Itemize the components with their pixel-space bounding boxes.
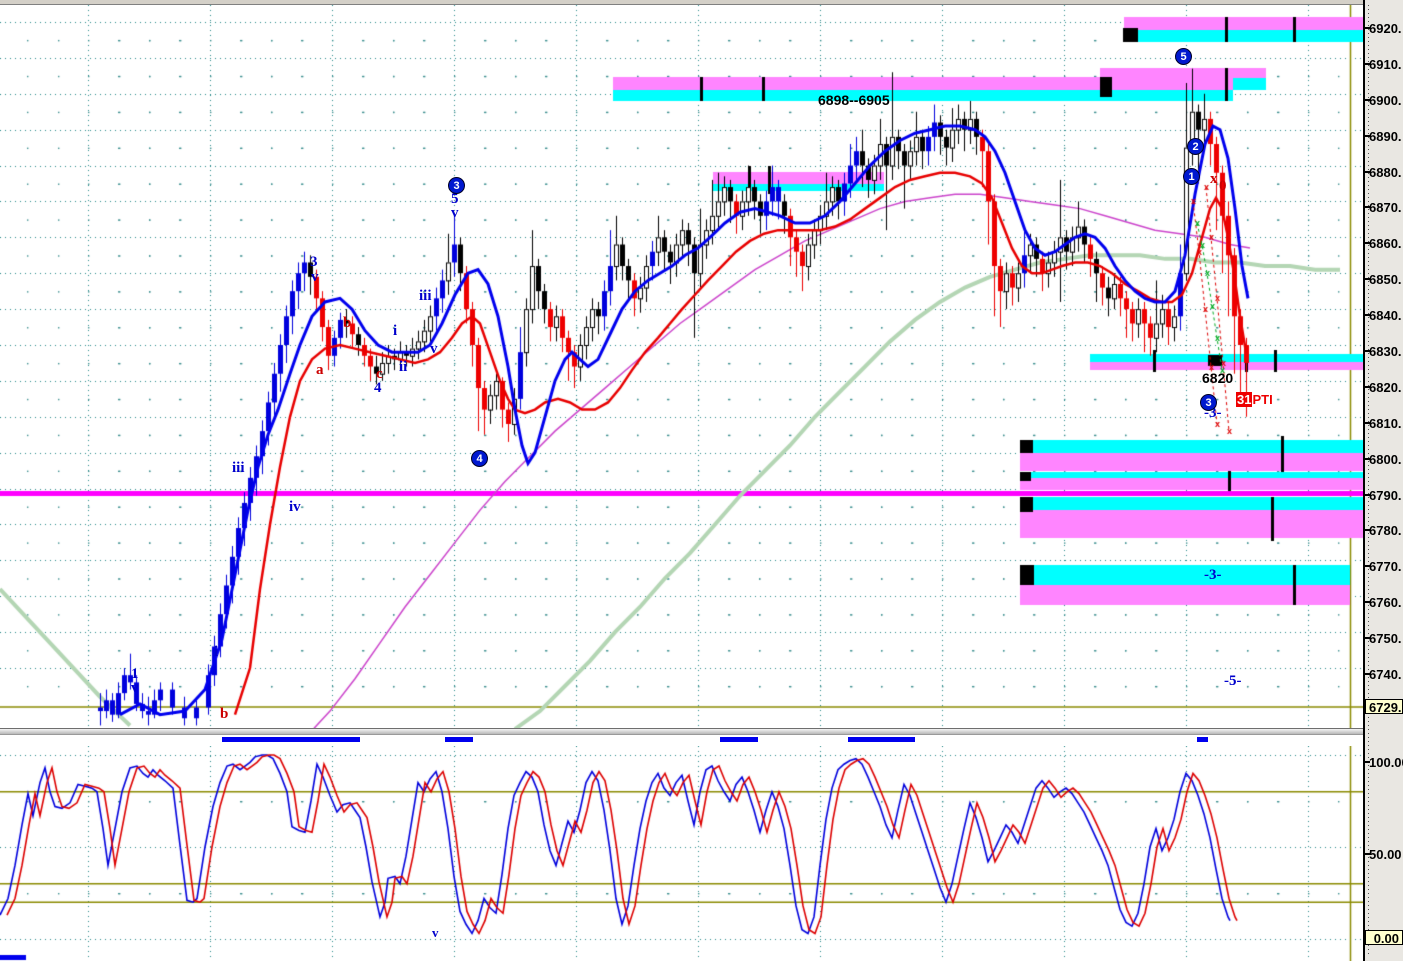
price-axis-label: 6910.	[1369, 56, 1402, 72]
price-axis-label: 6770.	[1369, 559, 1402, 575]
wave-label-x: x	[1210, 171, 1218, 187]
circled-wave-1: 1	[1183, 168, 1200, 185]
trend-ribbon-bar	[720, 737, 758, 742]
price-axis-label: 6850.	[1369, 272, 1402, 288]
price-axis-label: 6870.	[1369, 200, 1402, 216]
chart-application-window: 1 v i b iii iv 3 v a b i ii c 4 iii v 5 v x 0 -3- -3- -5- 3 4 5 2 1…	[0, 0, 1403, 961]
price-axis-label: 6810.	[1369, 415, 1402, 431]
trend-ribbon-bar	[222, 737, 360, 742]
price-axis-label: 6740.	[1369, 667, 1402, 683]
wave-label-b: b	[220, 706, 229, 722]
price-axis-label: 6830.	[1369, 344, 1402, 359]
wave-label-i: i	[393, 323, 398, 339]
wave-label-b: b	[343, 315, 352, 331]
wave-label-4: 4	[374, 380, 382, 396]
circled-wave-4: 4	[471, 450, 488, 467]
wave-label-v: v	[311, 269, 319, 285]
wave-label-a: a	[316, 362, 324, 378]
circled-wave-3: 3	[1200, 394, 1217, 411]
wave-label-3: 3	[310, 254, 318, 270]
trend-ribbon-bar	[848, 737, 915, 742]
price-axis-label: 6780.	[1369, 523, 1402, 539]
circled-wave-3: 3	[448, 177, 465, 194]
oscillator-buy-marker: v	[432, 925, 439, 940]
support-price-label: 6820	[1202, 370, 1234, 386]
oscillator-canvas[interactable]	[0, 746, 1363, 961]
price-axis-label: 6790.	[1369, 487, 1402, 503]
trend-ribbon-bar	[445, 737, 473, 742]
wave-label-5: -5-	[1224, 673, 1242, 689]
wave-label-3: -3-	[1204, 567, 1222, 583]
oscillator-value-box: 0.00	[1365, 930, 1403, 946]
price-axis-label: 6860.	[1369, 236, 1402, 252]
pti-label: PTI	[1252, 392, 1273, 407]
price-axis[interactable]: 6920. 6910. 6900. 6890. 6880. 6870. 6860. 6850.…	[1363, 0, 1403, 961]
wave-label-0: 0	[1219, 178, 1227, 194]
session-open-price-box: 6729.5	[1365, 699, 1403, 715]
resistance-zone-label: 6898--6905	[818, 92, 890, 108]
panel-splitter[interactable]	[0, 728, 1363, 735]
price-axis-label: 6760.	[1369, 595, 1402, 611]
trend-ribbon-strip	[0, 735, 1363, 746]
trend-ribbon-bar	[1197, 737, 1208, 742]
wave-label-i: i	[214, 644, 219, 660]
main-price-chart-canvas[interactable]	[0, 5, 1363, 728]
pti-value: 31	[1236, 392, 1253, 407]
price-axis-label: 6750.	[1369, 631, 1402, 647]
pti-indicator: 31PTI	[1236, 392, 1273, 407]
wave-label-v: v	[451, 205, 459, 221]
price-axis-label: 6840.	[1369, 308, 1402, 324]
wave-label-ii: ii	[399, 359, 408, 375]
price-axis-label: 6890.	[1369, 128, 1402, 144]
circled-wave-2: 2	[1187, 138, 1204, 155]
oscillator-axis-label: 50.00	[1369, 847, 1402, 862]
wave-label-iv: iv	[289, 499, 301, 515]
price-axis-label: 6920.	[1369, 21, 1402, 36]
axis-minor-ticks	[1368, 5, 1369, 955]
wave-label-v: v	[131, 680, 139, 696]
price-axis-label: 6820.	[1369, 379, 1402, 395]
wave-label-v: v	[430, 341, 438, 357]
wave-label-iii: iii	[232, 460, 245, 476]
price-axis-label: 6800.	[1369, 451, 1402, 467]
circled-wave-5: 5	[1175, 48, 1192, 65]
wave-label-iii: iii	[419, 288, 432, 304]
price-axis-label: 6880.	[1369, 164, 1402, 180]
oscillator-axis-label: 100.00	[1369, 755, 1403, 770]
price-axis-label: 6900.	[1369, 92, 1402, 108]
